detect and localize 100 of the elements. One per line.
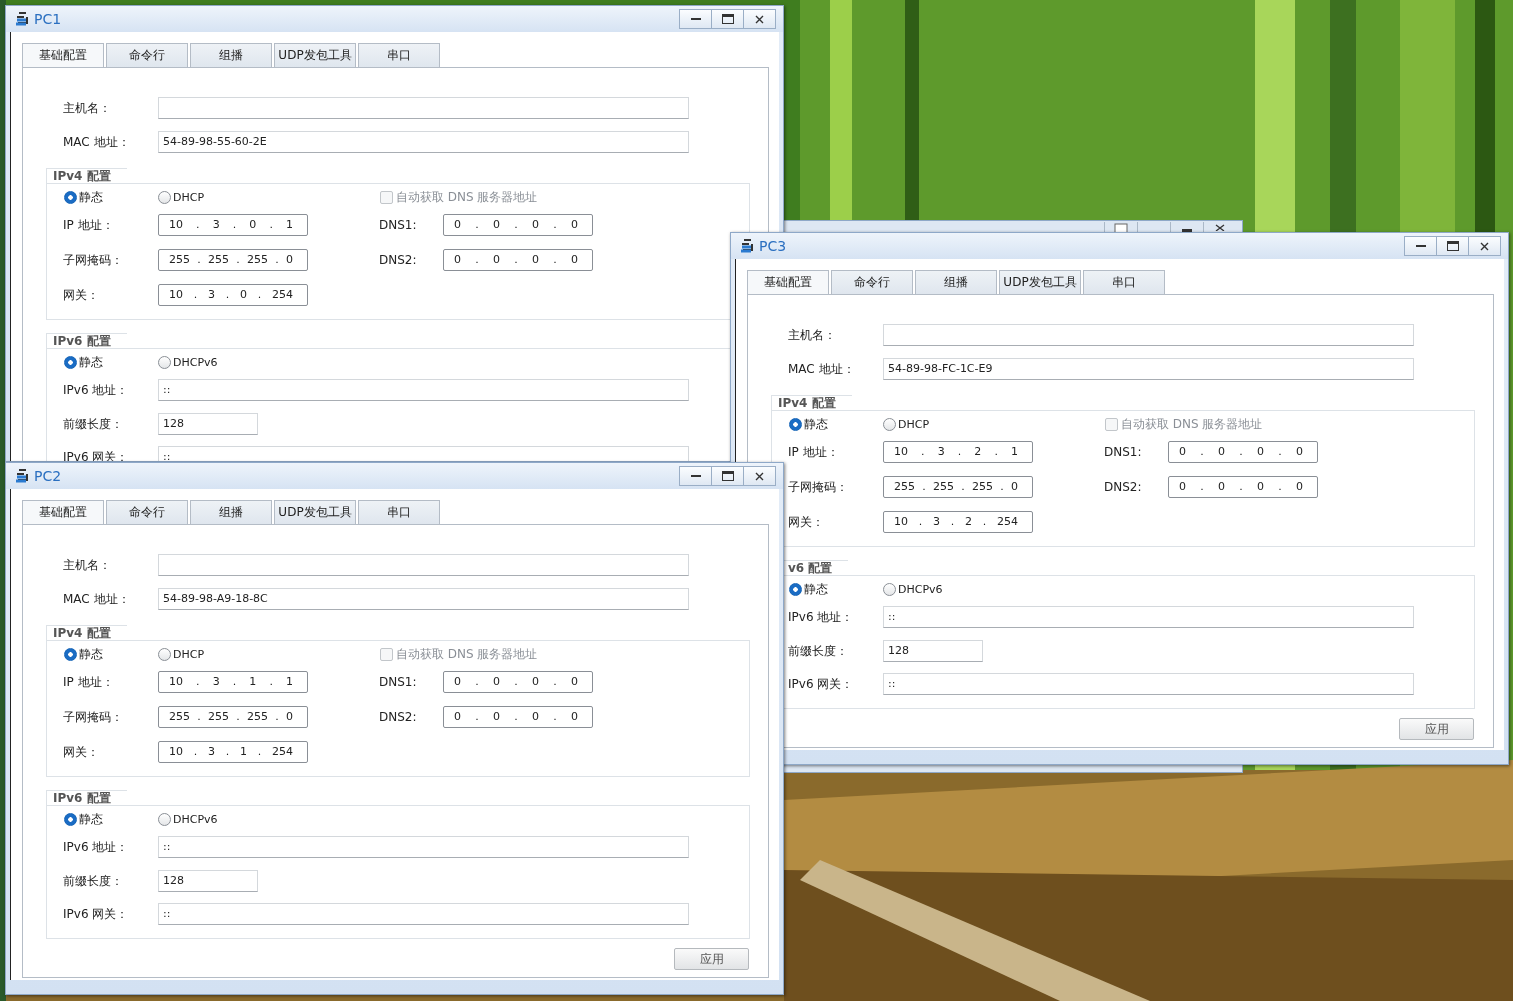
field-label: 网关： bbox=[788, 513, 825, 531]
input-field[interactable]: 54-89-98-FC-1C-E9 bbox=[883, 358, 1414, 380]
radio-option[interactable]: 静态 bbox=[64, 646, 103, 662]
close-button[interactable] bbox=[1468, 236, 1501, 256]
radio-option[interactable]: 静态 bbox=[64, 811, 103, 827]
minimize-icon bbox=[690, 18, 701, 20]
ip-address-field[interactable]: 0 . 0 . 0 . 0 bbox=[443, 706, 593, 728]
input-field[interactable]: 128 bbox=[158, 413, 258, 435]
ip-address-field[interactable]: 10 . 3 . 2 . 1 bbox=[883, 441, 1033, 463]
input-field[interactable] bbox=[158, 97, 689, 119]
field-label: DNS1: bbox=[379, 218, 418, 232]
tab[interactable]: 串口 bbox=[358, 500, 440, 524]
radio-option[interactable]: 静态 bbox=[64, 189, 103, 205]
field-label: IPv6 地址： bbox=[788, 608, 855, 626]
maximize-icon bbox=[1446, 241, 1459, 251]
apply-button[interactable]: 应用 bbox=[1399, 718, 1474, 740]
maximize-icon bbox=[721, 14, 734, 24]
ip-address-field[interactable]: 0 . 0 . 0 . 0 bbox=[1168, 441, 1318, 463]
close-button[interactable] bbox=[743, 9, 776, 29]
field-label: DNS1: bbox=[379, 675, 418, 689]
input-field[interactable]: :: bbox=[158, 379, 689, 401]
tab[interactable]: 基础配置 bbox=[22, 43, 104, 67]
field-label: 主机名： bbox=[63, 556, 112, 574]
field-label: 网关： bbox=[63, 743, 100, 761]
close-icon bbox=[755, 471, 764, 481]
radio-option[interactable]: DHCPv6 bbox=[158, 811, 218, 827]
ip-address-field[interactable]: 10 . 3 . 0 . 1 bbox=[158, 214, 308, 236]
ip-address-field[interactable]: 10 . 3 . 1 . 1 bbox=[158, 671, 308, 693]
group-title: IPv4 配置 bbox=[46, 625, 127, 640]
input-field[interactable] bbox=[158, 554, 689, 576]
ip-address-field[interactable]: 10 . 3 . 1 . 254 bbox=[158, 741, 308, 763]
field-label: IPv6 地址： bbox=[63, 381, 130, 399]
field-label: IPv6 网关： bbox=[63, 905, 130, 923]
field-label: 前缀长度： bbox=[63, 415, 124, 433]
ip-address-field[interactable]: 0 . 0 . 0 . 0 bbox=[1168, 476, 1318, 498]
tab[interactable]: 基础配置 bbox=[22, 500, 104, 524]
field-label: IP 地址： bbox=[63, 216, 115, 234]
tab[interactable]: 组播 bbox=[190, 43, 272, 67]
radio-option[interactable]: 静态 bbox=[64, 354, 103, 370]
group-title: IPv6 配置 bbox=[46, 790, 127, 805]
ip-address-field[interactable]: 255 . 255 . 255 . 0 bbox=[158, 249, 308, 271]
field-label: 网关： bbox=[63, 286, 100, 304]
input-field[interactable]: 54-89-98-55-60-2E bbox=[158, 131, 689, 153]
close-button[interactable] bbox=[743, 466, 776, 486]
radio-option[interactable]: 静态 bbox=[789, 416, 828, 432]
maximize-button[interactable] bbox=[711, 9, 744, 29]
tab[interactable]: 命令行 bbox=[106, 500, 188, 524]
ip-address-field[interactable]: 10 . 3 . 0 . 254 bbox=[158, 284, 308, 306]
tab[interactable]: 串口 bbox=[1083, 270, 1165, 294]
group-title: IPv4 配置 bbox=[771, 395, 852, 410]
ip-address-field[interactable]: 0 . 0 . 0 . 0 bbox=[443, 249, 593, 271]
input-field[interactable]: :: bbox=[158, 836, 689, 858]
tab[interactable]: 命令行 bbox=[106, 43, 188, 67]
minimize-button[interactable] bbox=[679, 466, 712, 486]
tab[interactable]: 组播 bbox=[915, 270, 997, 294]
tab[interactable]: 串口 bbox=[358, 43, 440, 67]
ip-address-field[interactable]: 255 . 255 . 255 . 0 bbox=[158, 706, 308, 728]
cable-icon bbox=[739, 237, 755, 255]
field-label: 子网掩码： bbox=[63, 251, 124, 269]
window-title: PC2 bbox=[34, 468, 62, 484]
tab[interactable]: 基础配置 bbox=[747, 270, 829, 294]
tab[interactable]: UDP发包工具 bbox=[999, 270, 1081, 294]
tab[interactable]: 命令行 bbox=[831, 270, 913, 294]
field-label: IP 地址： bbox=[788, 443, 840, 461]
radio-option[interactable]: DHCPv6 bbox=[158, 354, 218, 370]
input-field[interactable]: 54-89-98-A9-18-8C bbox=[158, 588, 689, 610]
tab[interactable]: UDP发包工具 bbox=[274, 500, 356, 524]
minimize-button[interactable] bbox=[1404, 236, 1437, 256]
field-label: 子网掩码： bbox=[63, 708, 124, 726]
input-field[interactable]: 128 bbox=[158, 870, 258, 892]
input-field[interactable]: :: bbox=[158, 903, 689, 925]
field-label: MAC 地址： bbox=[63, 590, 131, 608]
minimize-button[interactable] bbox=[679, 9, 712, 29]
field-label: 子网掩码： bbox=[788, 478, 849, 496]
cable-icon bbox=[14, 10, 30, 28]
ip-address-field[interactable]: 0 . 0 . 0 . 0 bbox=[443, 671, 593, 693]
field-label: IPv6 地址： bbox=[63, 838, 130, 856]
maximize-icon bbox=[721, 471, 734, 481]
group-title: IPv6 配置 bbox=[46, 333, 127, 348]
minimize-icon bbox=[690, 475, 701, 477]
ip-address-field[interactable]: 10 . 3 . 2 . 254 bbox=[883, 511, 1033, 533]
field-label: 前缀长度： bbox=[63, 872, 124, 890]
tab[interactable]: 组播 bbox=[190, 500, 272, 524]
field-label: DNS2: bbox=[379, 253, 418, 267]
field-label: IP 地址： bbox=[63, 673, 115, 691]
field-label: DNS2: bbox=[379, 710, 418, 724]
maximize-button[interactable] bbox=[711, 466, 744, 486]
radio-option[interactable]: DHCP bbox=[158, 189, 205, 205]
close-icon bbox=[755, 14, 764, 24]
maximize-button[interactable] bbox=[1436, 236, 1469, 256]
tab[interactable]: UDP发包工具 bbox=[274, 43, 356, 67]
ip-address-field[interactable]: 255 . 255 . 255 . 0 bbox=[883, 476, 1033, 498]
input-field[interactable] bbox=[883, 324, 1414, 346]
radio-option[interactable]: DHCP bbox=[883, 416, 930, 432]
ip-address-field[interactable]: 0 . 0 . 0 . 0 bbox=[443, 214, 593, 236]
close-icon bbox=[1480, 241, 1489, 251]
window-title: PC1 bbox=[34, 11, 62, 27]
apply-button[interactable]: 应用 bbox=[674, 948, 749, 970]
close-icon bbox=[1215, 223, 1225, 231]
radio-option[interactable]: DHCP bbox=[158, 646, 205, 662]
